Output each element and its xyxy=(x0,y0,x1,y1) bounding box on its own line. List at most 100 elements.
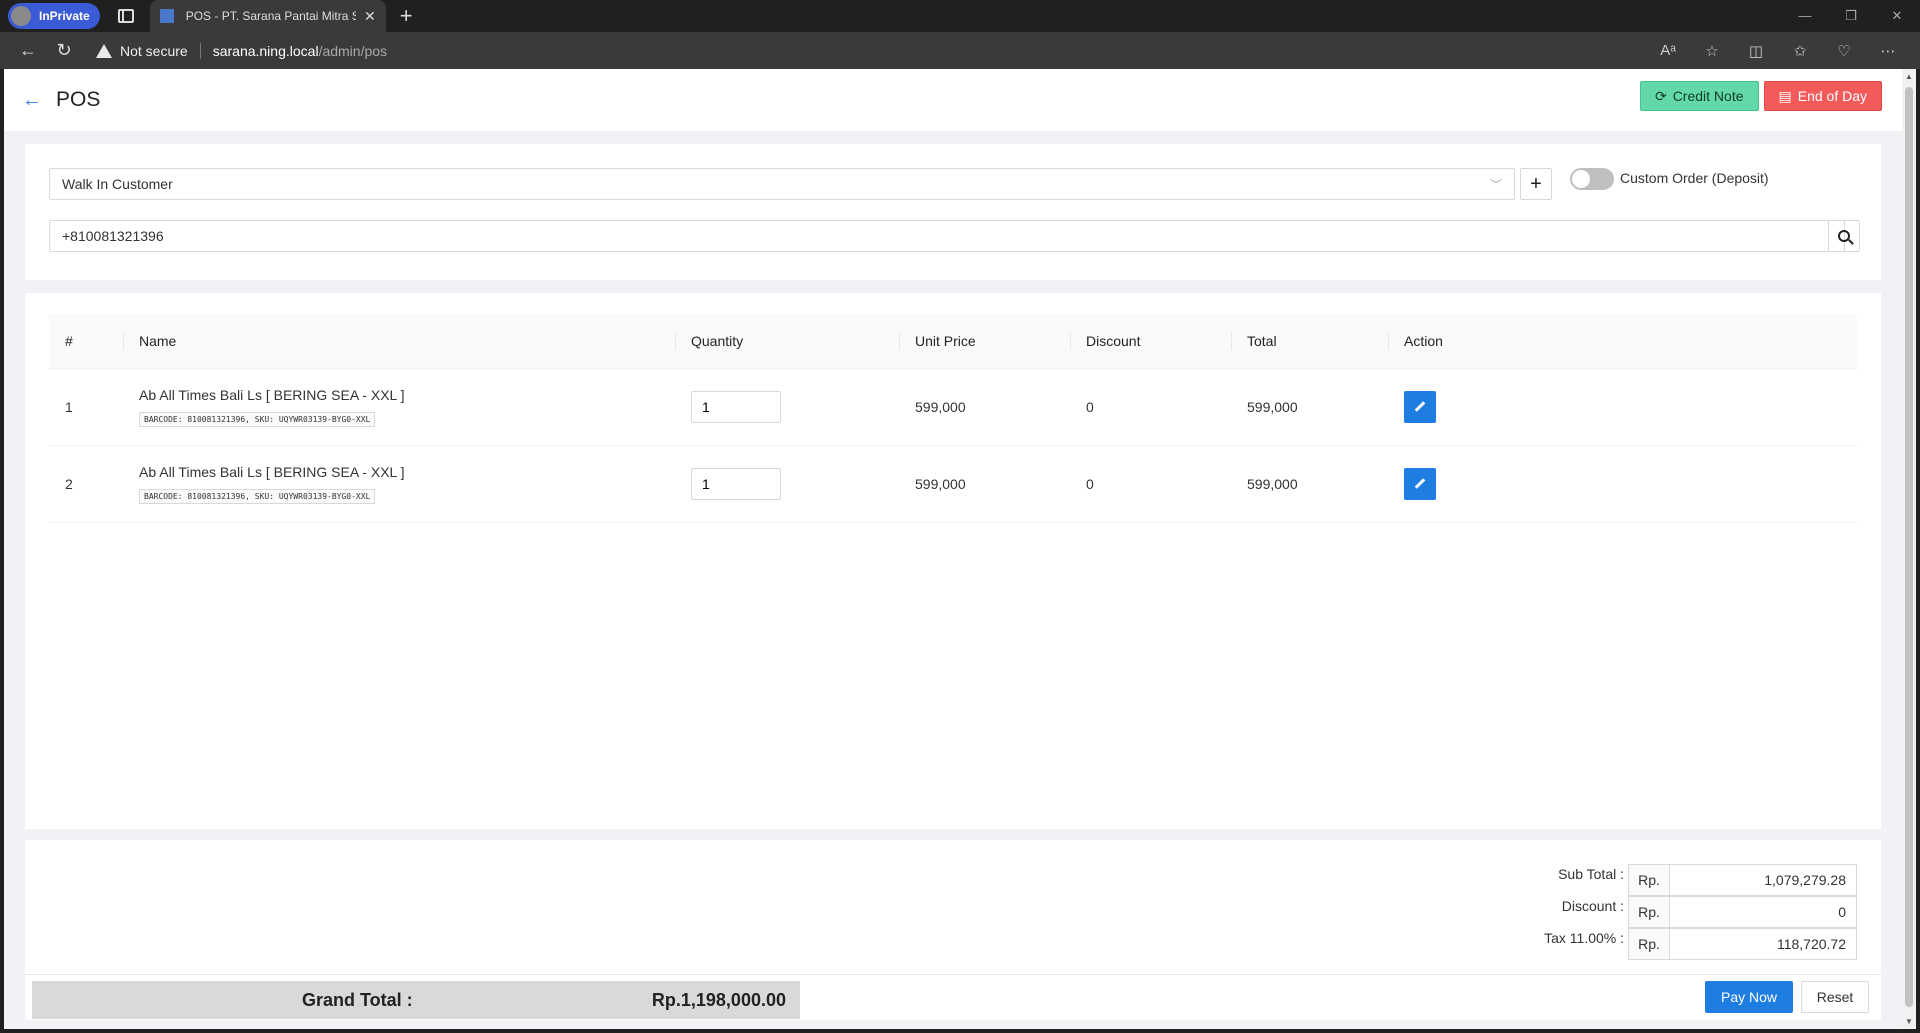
split-screen-icon[interactable]: ◫ xyxy=(1734,42,1778,60)
product-name: Ab All Times Bali Ls [ BERING SEA - XXL … xyxy=(139,386,405,403)
browser-actions: Aᵃ ☆ ◫ ✩ ♡ ⋯ xyxy=(1646,42,1910,60)
row-total: 599,000 xyxy=(1231,445,1388,523)
barcode-sku-tag: BARCODE: 810081321396, SKU: UQYWR03139-B… xyxy=(139,488,376,504)
barcode-sku-tag: BARCODE: 810081321396, SKU: UQYWR03139-B… xyxy=(139,411,376,427)
totals-panel: Sub Total : Rp. 1,079,279.28 Discount : … xyxy=(1544,864,1857,960)
page-title: POS xyxy=(56,88,101,111)
grand-total-value: Rp.1,198,000.00 xyxy=(651,989,786,1010)
more-menu-icon[interactable]: ⋯ xyxy=(1866,42,1910,60)
back-icon[interactable]: ← xyxy=(10,40,46,61)
currency-prefix: Rp. xyxy=(1628,896,1670,928)
inprivate-label: InPrivate xyxy=(39,9,90,23)
discount-label: Discount : xyxy=(1561,898,1624,914)
url-host: sarana.ning.local xyxy=(212,42,319,59)
search-button[interactable] xyxy=(1828,220,1860,252)
barcode-search-input[interactable] xyxy=(49,220,1845,252)
close-window-icon[interactable]: ✕ xyxy=(1874,0,1920,32)
row-discount: 0 xyxy=(1070,445,1231,523)
reset-button[interactable]: Reset xyxy=(1801,981,1869,1013)
restore-icon[interactable]: ❐ xyxy=(1828,0,1874,32)
quantity-input[interactable] xyxy=(691,390,781,423)
row-number: 1 xyxy=(49,368,123,446)
table-row: 2 Ab All Times Bali Ls [ BERING SEA - XX… xyxy=(49,445,1857,523)
currency-prefix: Rp. xyxy=(1628,928,1670,960)
col-action: Action xyxy=(1388,314,1857,369)
inprivate-badge[interactable]: InPrivate xyxy=(8,3,100,29)
new-tab-icon[interactable]: + xyxy=(400,3,413,29)
chevron-down-icon: ﹀ xyxy=(1489,177,1502,192)
customer-select[interactable]: Walk In Customer ﹀ xyxy=(49,168,1515,200)
tax-row: Tax 11.00% : Rp. 118,720.72 xyxy=(1544,928,1857,960)
header-actions: ⟳ Credit Note ▤ End of Day xyxy=(1639,81,1882,111)
table-row: 1 Ab All Times Bali Ls [ BERING SEA - XX… xyxy=(49,368,1857,446)
search-icon xyxy=(1838,230,1850,242)
row-action-cell xyxy=(1388,368,1857,446)
window-controls: — ❐ ✕ xyxy=(1782,0,1920,32)
address-bar[interactable]: Not secure sarana.ning.local/admin/pos xyxy=(96,37,1646,65)
favorite-star-icon[interactable]: ☆ xyxy=(1690,42,1734,60)
add-customer-button[interactable]: + xyxy=(1520,168,1552,200)
currency-prefix: Rp. xyxy=(1628,864,1670,896)
row-unit-price: 599,000 xyxy=(899,368,1070,446)
browser-tab[interactable]: POS - PT. Sarana Pantai Mitra Se ✕ xyxy=(149,0,386,32)
quantity-input[interactable] xyxy=(691,467,781,500)
warning-icon xyxy=(96,43,112,58)
discount-row: Discount : Rp. 0 xyxy=(1544,896,1857,928)
items-table: # Name Quantity Unit Price Discount Tota… xyxy=(49,314,1857,523)
url-path: /admin/pos xyxy=(318,42,388,59)
row-action-cell xyxy=(1388,445,1857,523)
credit-note-button[interactable]: ⟳ Credit Note xyxy=(1639,81,1759,111)
grand-total-label: Grand Total : xyxy=(302,989,413,1010)
edit-item-button[interactable] xyxy=(1404,467,1436,500)
pay-now-button[interactable]: Pay Now xyxy=(1705,981,1793,1013)
row-name-cell: Ab All Times Bali Ls [ BERING SEA - XXL … xyxy=(123,368,675,446)
row-name-cell: Ab All Times Bali Ls [ BERING SEA - XXL … xyxy=(123,445,675,523)
page-content: ← POS ⟳ Credit Note ▤ End of Day Walk In… xyxy=(4,69,1902,1029)
tab-actions-icon[interactable] xyxy=(117,9,134,23)
tab-title: POS - PT. Sarana Pantai Mitra Se xyxy=(185,9,356,23)
custom-order-label: Custom Order (Deposit) xyxy=(1620,170,1769,186)
col-quantity: Quantity xyxy=(675,314,899,369)
browser-essentials-icon[interactable]: ♡ xyxy=(1822,42,1866,60)
discount-value: 0 xyxy=(1669,896,1857,928)
row-number: 2 xyxy=(49,445,123,523)
edit-item-button[interactable] xyxy=(1404,390,1436,423)
row-total: 599,000 xyxy=(1231,368,1388,446)
credit-note-label: Credit Note xyxy=(1672,88,1744,104)
scroll-up-icon[interactable]: ▲ xyxy=(1905,72,1913,81)
tax-value: 118,720.72 xyxy=(1669,928,1857,960)
scroll-down-icon[interactable]: ▼ xyxy=(1905,1017,1913,1026)
favicon-icon xyxy=(159,9,174,23)
back-arrow-icon[interactable]: ← xyxy=(22,89,42,112)
read-aloud-icon[interactable]: Aᵃ xyxy=(1646,42,1690,60)
close-tab-icon[interactable]: ✕ xyxy=(364,8,376,25)
minimize-icon[interactable]: — xyxy=(1782,0,1828,32)
row-qty-cell xyxy=(675,445,899,523)
row-qty-cell xyxy=(675,368,899,446)
subtotal-value: 1,079,279.28 xyxy=(1669,864,1857,896)
refresh-icon[interactable]: ↻ xyxy=(46,40,82,61)
favorites-icon[interactable]: ✩ xyxy=(1778,42,1822,60)
security-label: Not secure xyxy=(120,42,188,59)
row-discount: 0 xyxy=(1070,368,1231,446)
page-scrollbar[interactable]: ▲ ▼ xyxy=(1902,69,1916,1029)
profile-avatar-icon xyxy=(11,6,31,26)
edit-icon xyxy=(1414,478,1426,489)
page-header: ← POS ⟳ Credit Note ▤ End of Day xyxy=(4,69,1902,131)
col-discount: Discount xyxy=(1070,314,1231,369)
col-total: Total xyxy=(1231,314,1388,369)
subtotal-label: Sub Total : xyxy=(1558,866,1624,882)
col-name: Name xyxy=(123,314,675,369)
subtotal-row: Sub Total : Rp. 1,079,279.28 xyxy=(1544,864,1857,896)
edit-icon xyxy=(1414,401,1426,412)
plus-icon: + xyxy=(1530,173,1542,195)
tax-label: Tax 11.00% : xyxy=(1544,930,1624,946)
scrollbar-thumb[interactable] xyxy=(1905,87,1913,1007)
end-of-day-button[interactable]: ▤ End of Day xyxy=(1763,81,1882,111)
browser-titlebar: InPrivate POS - PT. Sarana Pantai Mitra … xyxy=(0,0,1920,32)
custom-order-toggle[interactable] xyxy=(1570,168,1614,190)
row-unit-price: 599,000 xyxy=(899,445,1070,523)
product-name: Ab All Times Bali Ls [ BERING SEA - XXL … xyxy=(139,463,405,480)
url-divider xyxy=(199,42,201,59)
report-icon: ▤ xyxy=(1778,87,1792,104)
